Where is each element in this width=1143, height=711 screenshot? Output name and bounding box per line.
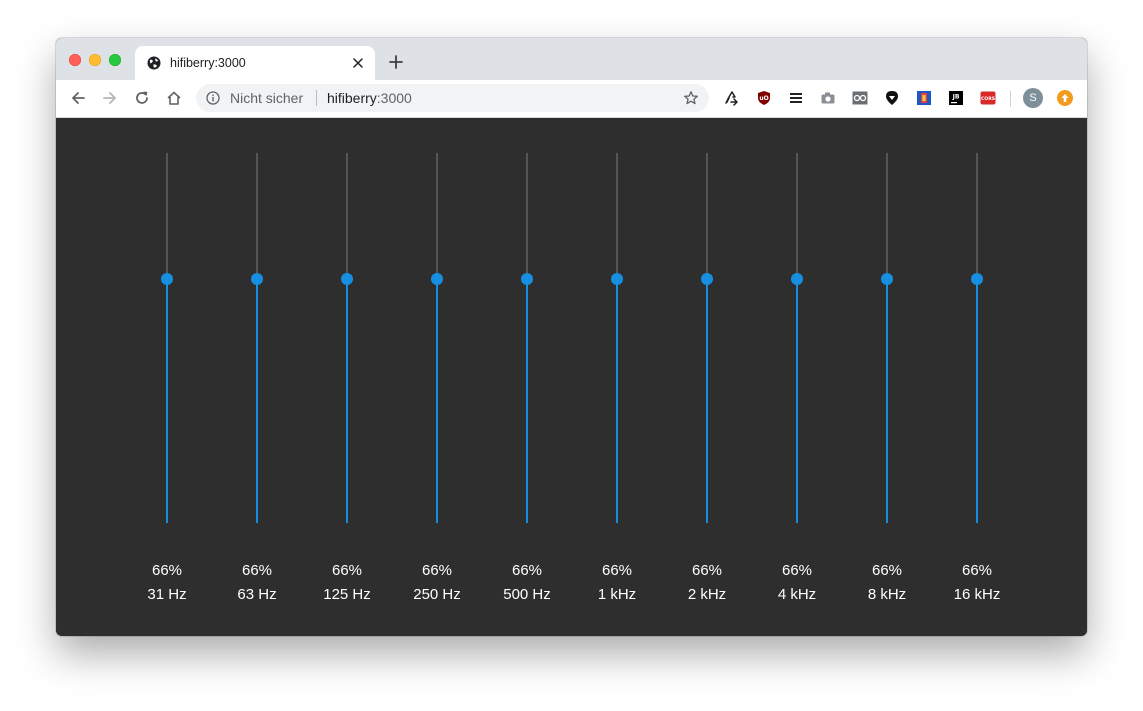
tab-strip: hifiberry:3000 xyxy=(56,38,1087,80)
slider-thumb[interactable] xyxy=(701,272,713,285)
slider-thumb[interactable] xyxy=(881,272,893,285)
tab-title: hifiberry:3000 xyxy=(170,56,246,70)
address-bar[interactable]: Nicht sicher hifiberry:3000 xyxy=(196,84,709,112)
reload-icon[interactable] xyxy=(133,89,151,107)
ublock-label: uO xyxy=(759,95,768,102)
band-value: 66% xyxy=(601,562,633,579)
ublock-shield-icon[interactable]: uO xyxy=(756,90,772,106)
equalizer-band: 66% 16 kHz xyxy=(932,118,1022,636)
close-icon[interactable] xyxy=(351,56,365,70)
band-value: 66% xyxy=(691,562,723,579)
equalizer-band: 66% 250 Hz xyxy=(392,118,482,636)
new-tab-plus-icon[interactable] xyxy=(388,54,404,70)
slider-fill xyxy=(886,278,888,523)
security-status-text: Nicht sicher xyxy=(230,90,304,106)
band-frequency-label: 63 Hz xyxy=(237,586,277,603)
browser-tab[interactable]: hifiberry:3000 xyxy=(135,46,375,80)
globe-icon xyxy=(147,56,161,70)
window-close-button[interactable] xyxy=(69,54,81,66)
band-value: 66% xyxy=(421,562,453,579)
slider-fill xyxy=(976,278,978,523)
glasses-extension-icon[interactable] xyxy=(852,90,868,106)
arrow-up-icon xyxy=(1061,94,1069,102)
slider-fill xyxy=(796,278,798,523)
recycle-icon[interactable] xyxy=(724,90,740,106)
band-value: 66% xyxy=(151,562,183,579)
equalizer-band: 66% 31 Hz xyxy=(122,118,212,636)
band-value: 66% xyxy=(511,562,543,579)
slider-fill xyxy=(436,278,438,523)
band-frequency-label: 125 Hz xyxy=(323,586,371,603)
address-divider xyxy=(316,90,317,106)
slider-fill xyxy=(526,278,528,523)
equalizer-panel: 66% 31 Hz 66% 63 Hz 66% 125 Hz 66% 250 Hz 66% 500… xyxy=(56,118,1087,636)
slider-fill xyxy=(256,278,258,523)
window-maximize-button[interactable] xyxy=(109,54,121,66)
band-value: 66% xyxy=(331,562,363,579)
toolbar-divider xyxy=(1010,91,1011,107)
url-host: hifiberry xyxy=(327,90,377,106)
cors-label: CORS xyxy=(981,96,995,102)
info-icon[interactable] xyxy=(206,91,220,105)
blue-extension-icon[interactable] xyxy=(916,90,932,106)
band-frequency-label: 4 kHz xyxy=(777,586,817,603)
browser-toolbar: Nicht sicher hifiberry:3000 uO JB CORS S xyxy=(56,80,1087,118)
slider-fill xyxy=(616,278,618,523)
forward-arrow-icon[interactable] xyxy=(101,89,119,107)
equalizer-band: 66% 4 kHz xyxy=(752,118,842,636)
band-frequency-label: 31 Hz xyxy=(147,586,187,603)
slider-thumb[interactable] xyxy=(521,272,533,285)
url-text[interactable]: hifiberry:3000 xyxy=(327,90,412,106)
url-port: :3000 xyxy=(376,90,412,106)
profile-avatar[interactable]: S xyxy=(1023,88,1043,108)
browser-window: hifiberry:3000 Nicht sicher hifiberry:30… xyxy=(56,38,1087,636)
equalizer-band: 66% 1 kHz xyxy=(572,118,662,636)
band-value: 66% xyxy=(961,562,993,579)
band-frequency-label: 8 kHz xyxy=(867,586,907,603)
slider-thumb[interactable] xyxy=(161,272,173,285)
slider-thumb[interactable] xyxy=(431,272,443,285)
band-frequency-label: 250 Hz xyxy=(413,586,461,603)
cors-extension-icon[interactable]: CORS xyxy=(980,90,996,106)
slider-thumb[interactable] xyxy=(971,272,983,285)
home-icon[interactable] xyxy=(165,89,183,107)
bookmark-star-icon[interactable] xyxy=(683,90,699,106)
jetbrains-label: JB xyxy=(952,94,960,101)
band-frequency-label: 16 kHz xyxy=(953,586,1001,603)
equalizer-band: 66% 125 Hz xyxy=(302,118,392,636)
equalizer-band: 66% 500 Hz xyxy=(482,118,572,636)
equalizer-band: 66% 63 Hz xyxy=(212,118,302,636)
band-frequency-label: 1 kHz xyxy=(597,586,637,603)
band-value: 66% xyxy=(871,562,903,579)
band-frequency-label: 500 Hz xyxy=(503,586,551,603)
slider-fill xyxy=(166,278,168,523)
slider-thumb[interactable] xyxy=(791,272,803,285)
slider-fill xyxy=(346,278,348,523)
equalizer-band: 66% 8 kHz xyxy=(842,118,932,636)
band-value: 66% xyxy=(781,562,813,579)
band-value: 66% xyxy=(241,562,273,579)
slider-thumb[interactable] xyxy=(251,272,263,285)
jetbrains-icon[interactable]: JB xyxy=(948,90,964,106)
equalizer-band: 66% 2 kHz xyxy=(662,118,752,636)
location-pin-icon[interactable] xyxy=(884,90,900,106)
slider-thumb[interactable] xyxy=(611,272,623,285)
menu-lines-icon[interactable] xyxy=(788,90,804,106)
slider-fill xyxy=(706,278,708,523)
back-arrow-icon[interactable] xyxy=(69,89,87,107)
band-frequency-label: 2 kHz xyxy=(687,586,727,603)
slider-thumb[interactable] xyxy=(341,272,353,285)
camera-icon[interactable] xyxy=(820,90,836,106)
update-button[interactable] xyxy=(1057,90,1073,106)
window-minimize-button[interactable] xyxy=(89,54,101,66)
